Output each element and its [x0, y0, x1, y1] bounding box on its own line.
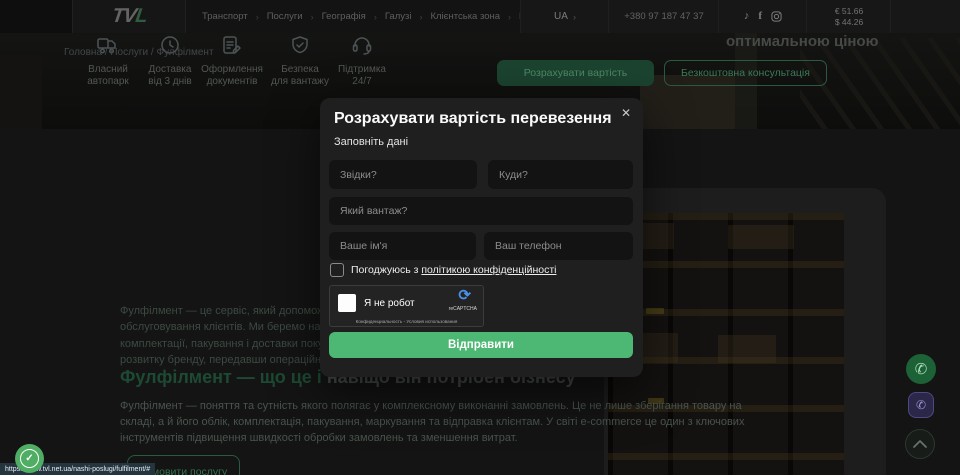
chevron-down-icon: ›	[573, 12, 576, 22]
feature-label: документів	[197, 76, 267, 88]
recaptcha-label: Я не робот	[364, 298, 415, 309]
document-pen-icon	[220, 35, 244, 57]
warehouse-photo-card	[604, 188, 886, 475]
breadcrumb[interactable]: Головна / Послуги / Фулфілмент	[64, 47, 214, 58]
scroll-to-top-button[interactable]	[905, 429, 935, 459]
nav-item-industries[interactable]: Галузі	[385, 11, 412, 22]
feature-label: від 3 днів	[135, 76, 205, 88]
free-consultation-button[interactable]: Безкоштовна консультація	[664, 60, 827, 86]
consent-checkbox[interactable]	[330, 263, 344, 277]
feature-delivery-time: Доставкавід 3 днів	[135, 35, 205, 88]
logo-text-tv: TV	[110, 5, 137, 27]
from-input[interactable]	[329, 160, 477, 189]
header-left-filler	[0, 0, 72, 33]
logo[interactable]: TVL	[72, 0, 186, 33]
feature-label: автопарк	[73, 76, 143, 88]
language-label: UA	[554, 11, 568, 22]
phone-input[interactable]	[484, 232, 633, 260]
tiktok-icon[interactable]: ♪	[744, 11, 750, 22]
nav-item-transport[interactable]: Транспорт	[202, 11, 248, 22]
chevron-right-icon: ›	[374, 12, 377, 22]
consent-text: Погоджуюсь з	[351, 264, 418, 276]
recaptcha-widget: Я не робот ⟳ reCAPTCHA Конфиденциальност…	[329, 285, 484, 327]
whatsapp-icon: ✆	[915, 360, 928, 378]
phone-label: +380 97 187 47 37	[624, 11, 704, 22]
nav-item-services[interactable]: Послуги	[267, 11, 303, 22]
chevron-right-icon: ›	[419, 12, 422, 22]
feature-label: Підтримка	[327, 64, 397, 76]
submit-label: Відправити	[448, 339, 514, 351]
feature-label: Власний	[73, 64, 143, 76]
hero-headline-fragment: оптимальною ціною	[726, 33, 878, 50]
social-links: ♪ f	[718, 0, 807, 33]
submit-button[interactable]: Відправити	[329, 332, 633, 358]
calculate-cost-modal: Розрахувати вартість перевезення Заповні…	[320, 98, 643, 377]
chevron-up-icon	[913, 440, 927, 448]
calculate-cost-button[interactable]: Розрахувати вартість	[497, 60, 654, 86]
name-input[interactable]	[329, 232, 476, 260]
modal-title: Розрахувати вартість перевезення	[334, 110, 612, 128]
eur-rate: € 51.66	[835, 6, 863, 17]
facebook-icon[interactable]: f	[758, 11, 762, 22]
logo-text-l: L	[134, 5, 148, 27]
check-icon: ✓	[20, 449, 39, 468]
body-paragraph-line: Фулфілмент — поняття та сутність якого п…	[120, 400, 742, 412]
top-bar: TVL Транспорт › Послуги › Географія › Га…	[0, 0, 960, 33]
callback-widget-button[interactable]: ✓	[15, 444, 44, 473]
modal-subtitle: Заповніть дані	[334, 136, 408, 148]
hero-decor-left	[0, 55, 42, 129]
viber-icon: ✆	[916, 398, 926, 412]
feature-label: для вантажу	[265, 76, 335, 88]
headset-icon	[350, 35, 374, 57]
usd-rate: $ 44.26	[835, 17, 863, 28]
nav-item-geography[interactable]: Географія	[322, 11, 366, 22]
chevron-right-icon: ›	[311, 12, 314, 22]
privacy-policy-link[interactable]: політикою конфіденційності	[421, 264, 556, 276]
warehouse-photo	[608, 213, 844, 475]
section-heading-green: Фулфілмент — що це і	[120, 367, 327, 387]
chevron-right-icon: ›	[508, 12, 511, 22]
language-switcher[interactable]: UA ›	[520, 0, 609, 33]
instagram-icon[interactable]	[771, 11, 782, 22]
consent-row: Погоджуюсь з політикою конфіденційності	[330, 263, 556, 277]
recaptcha-brand: reCAPTCHA	[449, 306, 477, 312]
body-paragraph-line: інструментів підвищення швидкості обробк…	[120, 432, 518, 444]
feature-label: Доставка	[135, 64, 205, 76]
feature-own-fleet: Власнийавтопарк	[73, 35, 143, 88]
feature-documents: Оформленнядокументів	[197, 35, 267, 88]
currency-rates: € 51.66 $ 44.26	[806, 0, 891, 33]
recaptcha-checkbox[interactable]	[338, 294, 356, 312]
free-consultation-label: Безкоштовна консультація	[681, 67, 810, 79]
recaptcha-legal-links[interactable]: Конфиденциальность - Условия использован…	[330, 319, 483, 324]
whatsapp-button[interactable]: ✆	[906, 354, 936, 384]
viber-button[interactable]: ✆	[908, 392, 934, 418]
phone-number[interactable]: +380 97 187 47 37	[608, 0, 719, 33]
feature-support: Підтримка24/7	[327, 35, 397, 88]
page: TVL Транспорт › Послуги › Географія › Га…	[0, 0, 960, 475]
close-icon[interactable]: ✕	[621, 106, 631, 120]
feature-label: Безпека	[265, 64, 335, 76]
feature-label: 24/7	[327, 76, 397, 88]
to-input[interactable]	[488, 160, 633, 189]
shield-check-icon	[288, 35, 312, 57]
chevron-right-icon: ›	[256, 12, 259, 22]
calculate-cost-label: Розрахувати вартість	[524, 67, 628, 79]
header-right-filler	[890, 0, 960, 33]
cargo-input[interactable]	[329, 197, 633, 225]
nav-item-client-zone[interactable]: Клієнтська зона	[430, 11, 500, 22]
feature-label: Оформлення	[197, 64, 267, 76]
feature-cargo-safety: Безпекадля вантажу	[265, 35, 335, 88]
recaptcha-logo-icon: ⟳	[458, 286, 471, 304]
body-paragraph-line: складі, а й його облік, комплектація, па…	[120, 416, 744, 428]
